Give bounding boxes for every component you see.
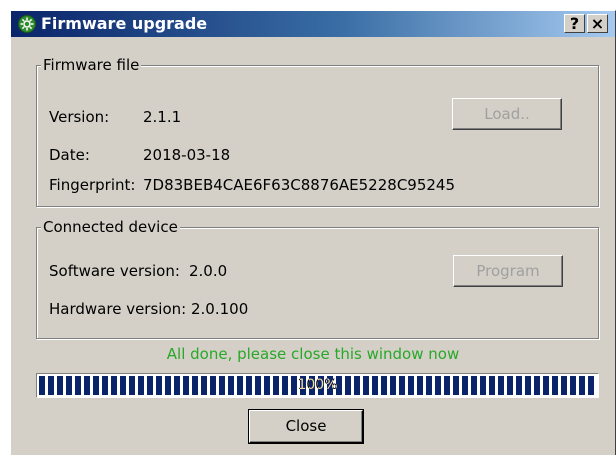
help-button[interactable]: ? [564,14,585,33]
program-button[interactable]: Program [453,255,563,287]
title-bar[interactable]: Firmware upgrade ? × [11,11,615,37]
version-label: Version: [49,108,110,126]
version-value: 2.1.1 [143,108,182,126]
date-label: Date: [49,146,90,164]
gear-icon [18,15,36,33]
date-value: 2018-03-18 [143,146,231,164]
firmware-upgrade-dialog: Firmware upgrade ? × Firmware file Versi… [10,10,616,455]
hardware-version-label: Hardware version: [49,300,187,318]
fingerprint-value: 7D83BEB4CAE6F63C8876AE5228C95245 [143,176,456,194]
progress-bar: 100% [36,373,599,398]
status-message: All done, please close this window now [166,345,460,363]
window-title: Firmware upgrade [41,14,208,33]
hardware-version-value: 2.0.100 [191,300,249,318]
connected-device-group-title: Connected device [41,218,180,236]
progress-label: 100% [297,377,338,393]
load-button[interactable]: Load.. [452,98,562,130]
firmware-file-group-title: Firmware file [41,56,142,74]
fingerprint-label: Fingerprint: [49,176,136,194]
software-version-label: Software version: [49,262,180,280]
window-close-button[interactable]: × [587,14,608,33]
software-version-value: 2.0.0 [189,262,228,280]
close-button[interactable]: Close [248,409,364,444]
